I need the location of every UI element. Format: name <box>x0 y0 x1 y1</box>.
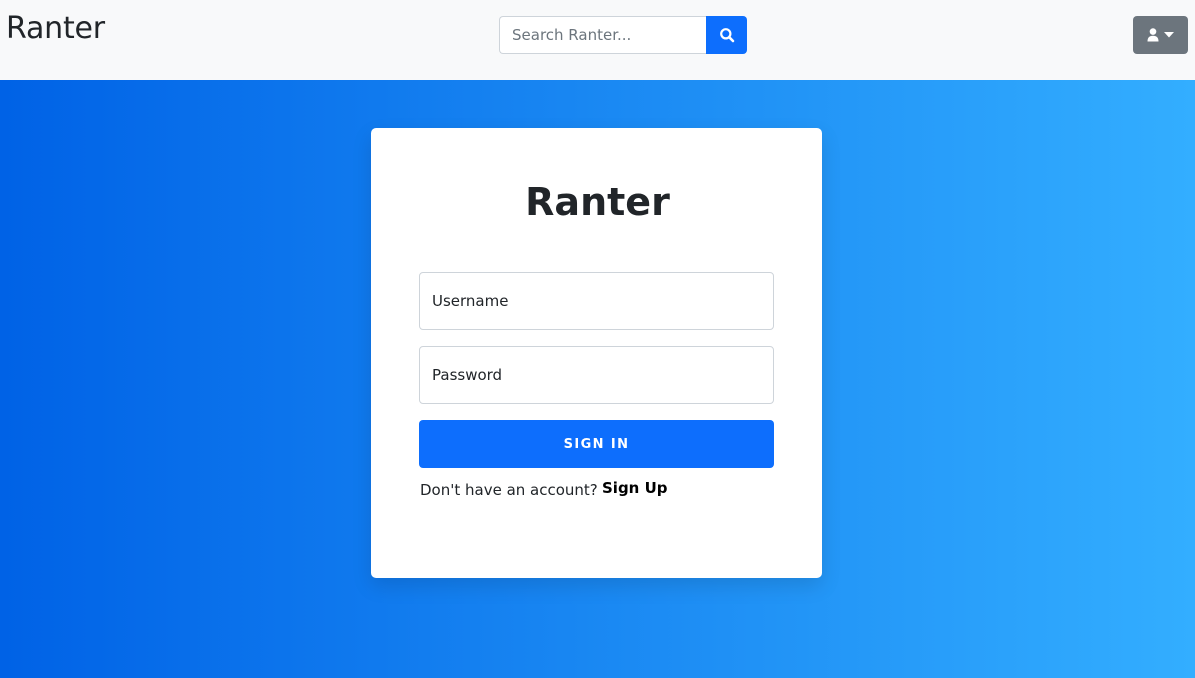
navbar: Ranter <box>0 0 1195 80</box>
user-icon <box>1147 28 1159 42</box>
search-input[interactable] <box>499 16 706 54</box>
search-icon <box>719 28 734 43</box>
search-button[interactable] <box>706 16 747 54</box>
brand-logo[interactable]: Ranter <box>6 10 105 48</box>
login-title: Ranter <box>525 180 670 224</box>
sign-in-button[interactable]: SIGN IN <box>419 420 774 468</box>
sign-up-link[interactable]: Sign Up <box>602 478 668 498</box>
caret-down-icon <box>1164 32 1174 38</box>
signup-prompt: Don't have an account? <box>420 481 598 499</box>
user-menu-button[interactable] <box>1133 16 1188 54</box>
password-field[interactable] <box>419 346 774 404</box>
username-field[interactable] <box>419 272 774 330</box>
search-group <box>499 16 747 54</box>
